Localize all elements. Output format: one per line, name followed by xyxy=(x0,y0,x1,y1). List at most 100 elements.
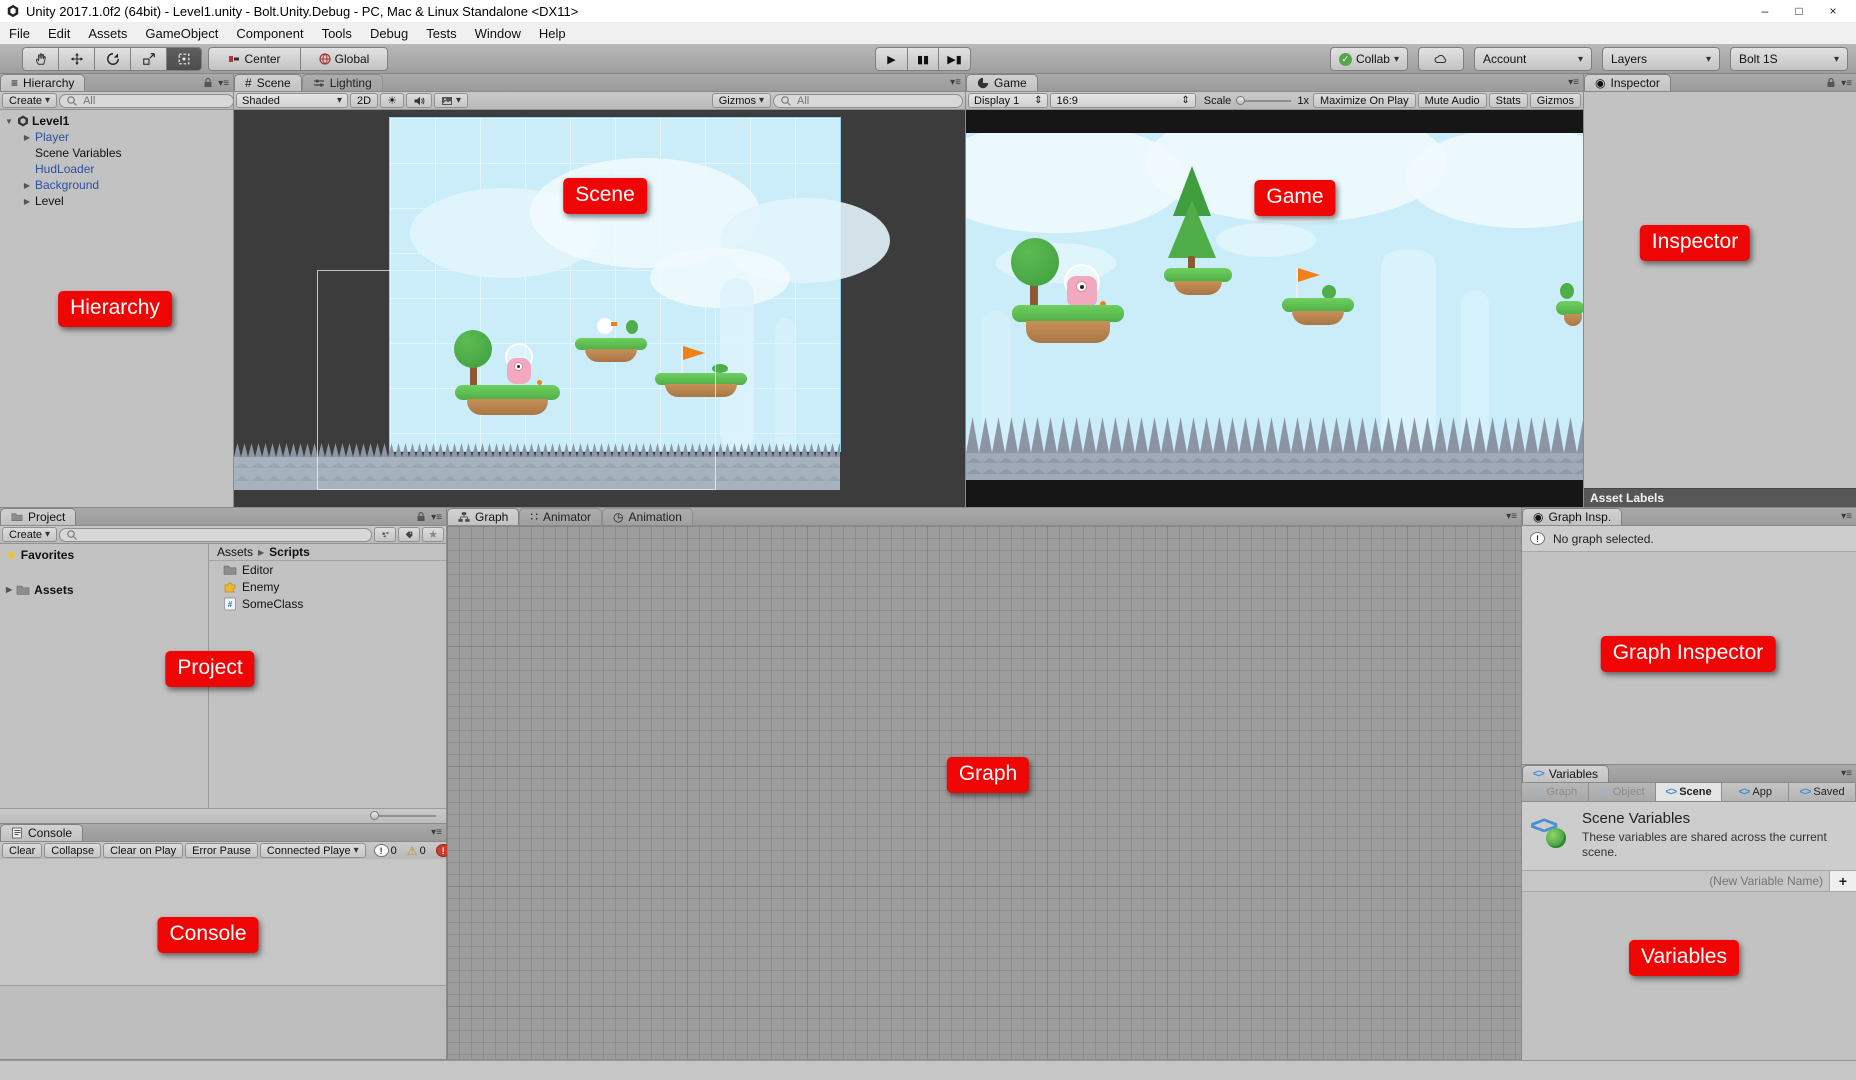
hierarchy-item-background[interactable]: ▶ Background xyxy=(0,177,233,193)
panel-menu-icon[interactable]: ▾≡ xyxy=(1506,511,1517,522)
play-button[interactable]: ▶ xyxy=(875,47,907,71)
tab-inspector[interactable]: ◉Inspector xyxy=(1584,74,1671,91)
maximize-button[interactable]: □ xyxy=(1782,0,1816,22)
2d-toggle-button[interactable]: 2D xyxy=(350,93,378,108)
hand-tool-button[interactable] xyxy=(22,47,58,71)
asset-labels-bar[interactable]: Asset Labels xyxy=(1584,488,1856,507)
account-button[interactable]: Account▾ xyxy=(1474,47,1592,71)
variables-tab-app[interactable]: <>App xyxy=(1722,783,1789,801)
panel-menu-icon[interactable]: ▾≡ xyxy=(1841,78,1852,89)
expand-arrow-icon[interactable]: ▶ xyxy=(22,181,32,190)
console-log-area[interactable] xyxy=(0,859,446,1059)
menu-tests[interactable]: Tests xyxy=(417,26,465,41)
layers-button[interactable]: Layers▾ xyxy=(1602,47,1720,71)
space-toggle-button[interactable]: Global xyxy=(300,47,388,71)
variables-tab-scene[interactable]: <>Scene xyxy=(1656,783,1723,801)
warning-count[interactable]: ⚠0 xyxy=(403,844,430,858)
save-search-button[interactable]: ★ xyxy=(422,527,444,542)
scene-gizmos-dropdown[interactable]: Gizmos▾ xyxy=(712,93,771,108)
hierarchy-create-button[interactable]: Create▾ xyxy=(2,93,57,108)
slider-knob[interactable] xyxy=(370,811,379,820)
hierarchy-item-hudloader[interactable]: HudLoader xyxy=(0,161,233,177)
expand-arrow-icon[interactable]: ▶ xyxy=(22,133,32,142)
scale-slider-knob[interactable] xyxy=(1236,96,1245,105)
mute-audio-button[interactable]: Mute Audio xyxy=(1418,93,1487,108)
draw-mode-dropdown[interactable]: Shaded▾ xyxy=(236,93,348,108)
hierarchy-item-level[interactable]: ▶ Level xyxy=(0,193,233,209)
menu-component[interactable]: Component xyxy=(227,26,312,41)
tab-hierarchy[interactable]: ≡Hierarchy xyxy=(0,74,85,91)
scene-lighting-toggle[interactable]: ☀ xyxy=(380,93,404,108)
scene-search[interactable] xyxy=(773,94,963,108)
panel-menu-icon[interactable]: ▾≡ xyxy=(1568,77,1579,88)
move-tool-button[interactable] xyxy=(58,47,94,71)
scene-root-level1[interactable]: ▼ Level1 xyxy=(0,113,233,129)
minimize-button[interactable]: – xyxy=(1748,0,1782,22)
pivot-toggle-button[interactable]: Center xyxy=(208,47,300,71)
breadcrumb-assets[interactable]: Assets xyxy=(217,545,253,559)
scale-slider[interactable] xyxy=(1237,100,1291,102)
display-dropdown[interactable]: Display 1⇕ xyxy=(968,93,1048,108)
maximize-on-play-button[interactable]: Maximize On Play xyxy=(1313,93,1416,108)
menu-debug[interactable]: Debug xyxy=(361,26,417,41)
close-button[interactable]: × xyxy=(1816,0,1850,22)
new-variable-input[interactable] xyxy=(1522,873,1829,889)
breadcrumb-scripts[interactable]: Scripts xyxy=(269,545,310,559)
console-clear-button[interactable]: Clear xyxy=(2,843,42,858)
menu-help[interactable]: Help xyxy=(530,26,575,41)
hierarchy-search-input[interactable] xyxy=(81,94,227,108)
info-count[interactable]: !0 xyxy=(370,844,401,857)
search-by-type-button[interactable] xyxy=(374,527,396,542)
add-variable-button[interactable]: + xyxy=(1830,871,1856,891)
hierarchy-item-scene-variables[interactable]: Scene Variables xyxy=(0,145,233,161)
project-search[interactable] xyxy=(59,528,372,542)
tab-graph[interactable]: Graph xyxy=(447,508,519,525)
expand-arrow-icon[interactable]: ▶ xyxy=(6,585,12,594)
lock-icon[interactable] xyxy=(1825,77,1837,89)
tab-animator[interactable]: ∷Animator xyxy=(519,508,602,525)
pause-button[interactable]: ▮▮ xyxy=(907,47,939,71)
menu-edit[interactable]: Edit xyxy=(39,26,79,41)
panel-menu-icon[interactable]: ▾≡ xyxy=(1841,511,1852,522)
tab-graph-inspector[interactable]: ◉Graph Insp. xyxy=(1522,508,1622,525)
console-collapse-button[interactable]: Collapse xyxy=(44,843,101,858)
thumbnail-zoom-slider[interactable] xyxy=(372,815,436,817)
collab-button[interactable]: ✓Collab▾ xyxy=(1330,47,1408,71)
tab-project[interactable]: Project xyxy=(0,508,76,525)
aspect-dropdown[interactable]: 16:9⇕ xyxy=(1050,93,1195,108)
menu-gameobject[interactable]: GameObject xyxy=(136,26,227,41)
rotate-tool-button[interactable] xyxy=(94,47,130,71)
file-enemy[interactable]: Enemy xyxy=(209,578,446,595)
game-gizmos-button[interactable]: Gizmos xyxy=(1530,93,1581,108)
stats-button[interactable]: Stats xyxy=(1489,93,1528,108)
tab-scene[interactable]: #Scene xyxy=(234,74,302,91)
panel-menu-icon[interactable]: ▾≡ xyxy=(1841,768,1852,779)
connected-player-dropdown[interactable]: Connected Playe▾ xyxy=(260,843,366,858)
hierarchy-search[interactable] xyxy=(59,94,234,108)
panel-menu-icon[interactable]: ▾≡ xyxy=(218,78,229,89)
new-variable-field[interactable] xyxy=(1522,871,1830,891)
menu-file[interactable]: File xyxy=(0,26,39,41)
lock-icon[interactable] xyxy=(415,511,427,523)
cloud-button[interactable] xyxy=(1418,47,1464,71)
game-viewport[interactable] xyxy=(966,110,1583,507)
menu-assets[interactable]: Assets xyxy=(79,26,136,41)
hierarchy-item-player[interactable]: ▶ Player xyxy=(0,129,233,145)
menu-window[interactable]: Window xyxy=(466,26,530,41)
favorites-item[interactable]: ★ Favorites xyxy=(0,546,208,563)
scene-search-input[interactable] xyxy=(795,94,956,108)
menu-tools[interactable]: Tools xyxy=(313,26,361,41)
project-search-input[interactable] xyxy=(81,528,365,542)
scene-viewport[interactable] xyxy=(234,110,965,507)
lock-icon[interactable] xyxy=(202,77,214,89)
tab-variables[interactable]: <>Variables xyxy=(1522,765,1609,782)
console-error-pause-button[interactable]: Error Pause xyxy=(185,843,258,858)
panel-menu-icon[interactable]: ▾≡ xyxy=(431,512,442,523)
variables-tab-object[interactable]: <>Object xyxy=(1589,783,1656,801)
tab-lighting[interactable]: Lighting xyxy=(302,74,383,91)
expand-arrow-icon[interactable]: ▶ xyxy=(22,197,32,206)
panel-menu-icon[interactable]: ▾≡ xyxy=(950,77,961,88)
tab-animation[interactable]: ◷Animation xyxy=(602,508,693,525)
file-editor[interactable]: Editor xyxy=(209,561,446,578)
project-create-button[interactable]: Create▾ xyxy=(2,527,57,542)
